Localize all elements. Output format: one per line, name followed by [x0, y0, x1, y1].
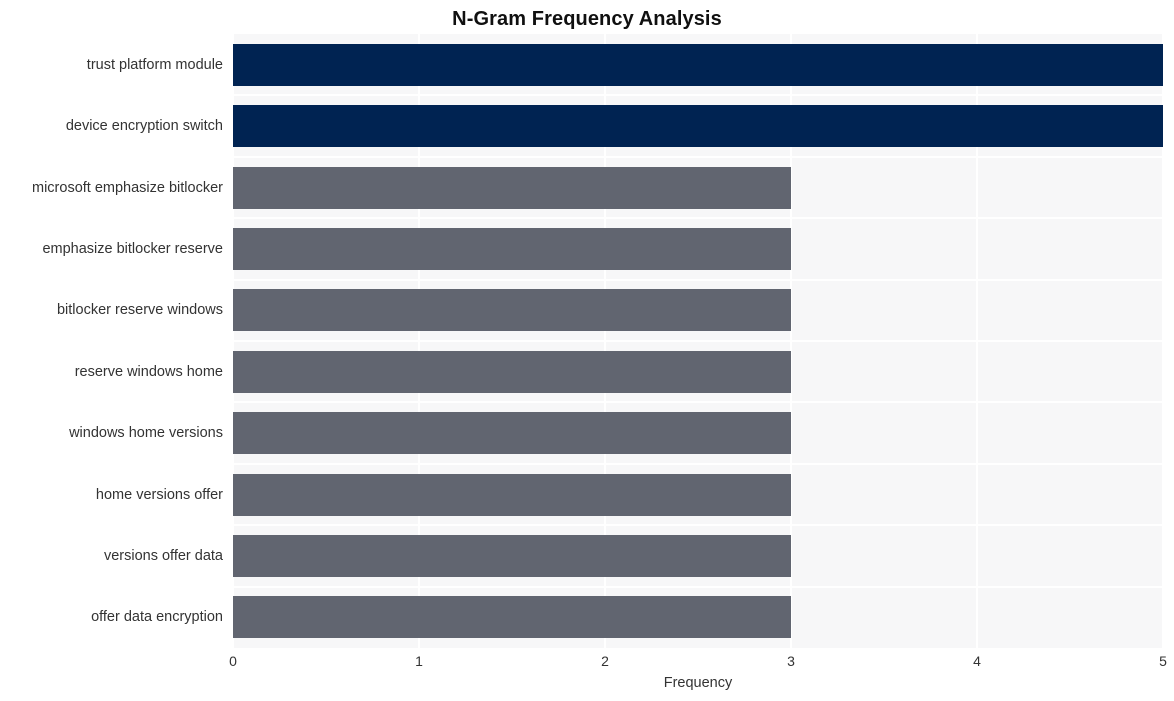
bar[interactable]: [233, 227, 791, 270]
x-axis-tick-label: 1: [415, 653, 423, 669]
bar[interactable]: [233, 166, 791, 209]
gridline-horizontal: [233, 340, 1163, 342]
bar[interactable]: [233, 473, 791, 516]
bar[interactable]: [233, 350, 791, 393]
y-axis-tick-label: reserve windows home: [74, 363, 223, 380]
bar[interactable]: [233, 43, 1163, 86]
bar[interactable]: [233, 289, 791, 332]
y-axis-tick-label: trust platform module: [86, 56, 223, 73]
x-axis-tick-label: 0: [229, 653, 237, 669]
x-axis-tick-label: 5: [1159, 653, 1167, 669]
bar[interactable]: [233, 105, 1163, 148]
y-axis-tick-label: offer data encryption: [91, 609, 223, 626]
gridline-horizontal: [233, 155, 1163, 158]
chart-title: N-Gram Frequency Analysis: [452, 8, 722, 30]
x-axis-tick-label: 2: [601, 653, 609, 669]
gridline-horizontal: [233, 278, 1163, 281]
plot-area: [233, 34, 1163, 648]
y-axis-tick-label: home versions offer: [95, 486, 223, 503]
gridline-horizontal: [233, 217, 1163, 220]
bar[interactable]: [233, 596, 791, 639]
ngram-frequency-chart: N-Gram Frequency Analysis trust platform…: [0, 0, 1174, 701]
x-axis-tick-label: 3: [787, 653, 795, 669]
x-axis-title: Frequency: [663, 675, 733, 691]
y-axis-tick-label: device encryption switch: [65, 118, 223, 135]
x-axis-tick-label: 4: [973, 653, 981, 669]
y-axis-tick-label: microsoft emphasize bitlocker: [32, 179, 223, 196]
y-axis-tick-label: windows home versions: [69, 425, 223, 442]
gridline-horizontal: [233, 94, 1163, 97]
gridline-horizontal: [233, 524, 1163, 527]
gridline-horizontal: [233, 401, 1163, 404]
bar[interactable]: [233, 412, 791, 455]
bar[interactable]: [233, 534, 791, 577]
gridline-horizontal: [233, 585, 1163, 588]
y-axis-tick-label: bitlocker reserve windows: [56, 302, 223, 319]
y-axis-tick-label: versions offer data: [103, 547, 223, 564]
gridline-horizontal: [233, 462, 1163, 465]
y-axis-tick-label: emphasize bitlocker reserve: [42, 240, 223, 257]
